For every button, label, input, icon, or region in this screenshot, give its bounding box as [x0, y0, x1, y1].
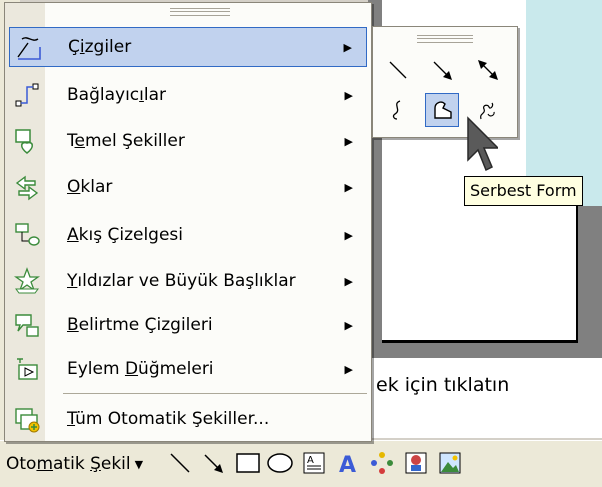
- menu-item-label: Temel Şekiller: [67, 131, 185, 151]
- picture-icon: [439, 452, 461, 474]
- oval-icon: [267, 453, 293, 473]
- flowchart-icon: [11, 219, 43, 251]
- connectors-icon: [11, 79, 43, 111]
- submenu-freeform-tool[interactable]: [425, 93, 459, 127]
- menu-item-label: Çizgiler: [68, 37, 132, 57]
- menu-item-label: Bağlayıcılar: [67, 85, 167, 105]
- menu-item-connectors[interactable]: Bağlayıcılar ▶: [9, 75, 367, 115]
- menu-item-label: Akış Çizelgesi: [67, 225, 183, 245]
- notes-placeholder: ek için tıklatın: [376, 374, 510, 396]
- lines-icon: [12, 31, 44, 63]
- line-tool[interactable]: [166, 449, 194, 477]
- basic-shapes-icon: [11, 125, 43, 157]
- menu-item-stars-banners[interactable]: Yıldızlar ve Büyük Başlıklar ▶: [9, 261, 367, 301]
- rectangle-tool[interactable]: [234, 449, 262, 477]
- action-buttons-icon: [11, 353, 43, 385]
- picture-tool[interactable]: [436, 449, 464, 477]
- menu-item-label: Belirtme Çizgileri: [67, 315, 213, 335]
- submenu-curve-tool[interactable]: [381, 93, 415, 127]
- clip-art-icon: [405, 452, 427, 474]
- svg-text:A: A: [339, 453, 356, 475]
- drawing-toolbar: Otomatik Şekil ▼ A A: [0, 440, 602, 487]
- submenu-arrow-icon: ▶: [344, 180, 353, 194]
- submenu-arrow-icon: ▶: [344, 274, 353, 288]
- freeform-icon: [434, 101, 452, 119]
- submenu-drag-handle[interactable]: [417, 35, 473, 43]
- all-autoshapes-icon: [11, 403, 43, 435]
- menu-item-label: Tüm Otomatik Şekiller...: [67, 409, 270, 429]
- autoshapes-button[interactable]: Otomatik Şekil ▼: [6, 451, 143, 477]
- text-box-icon: A: [303, 452, 325, 474]
- menu-separator: [63, 393, 367, 394]
- submenu-arrow-icon: ▶: [344, 362, 353, 376]
- curve-icon: [392, 100, 401, 120]
- submenu-double-arrow-tool[interactable]: [471, 53, 505, 87]
- arrow-icon: [204, 454, 223, 473]
- svg-text:A: A: [307, 455, 314, 466]
- submenu-arrow-icon: ▶: [344, 228, 353, 242]
- wordart-icon: A: [339, 453, 356, 475]
- diagram-tool[interactable]: [368, 449, 396, 477]
- menu-item-label: Yıldızlar ve Büyük Başlıklar: [67, 271, 296, 291]
- text-box-tool[interactable]: A: [300, 449, 328, 477]
- menu-item-label: Oklar: [67, 177, 113, 197]
- submenu-arrow-icon: ▶: [344, 318, 353, 332]
- stars-banners-icon: [11, 265, 43, 297]
- menu-item-flowchart[interactable]: Akış Çizelgesi ▶: [9, 215, 367, 255]
- clip-art-tool[interactable]: [402, 449, 430, 477]
- block-arrows-icon: [11, 171, 43, 203]
- menu-item-label: Eylem Düğmeleri: [67, 359, 214, 379]
- wordart-tool[interactable]: A: [334, 449, 362, 477]
- menu-item-lines[interactable]: Çizgiler ▶: [9, 27, 367, 67]
- menu-drag-handle[interactable]: [170, 8, 230, 16]
- tooltip: Serbest Form: [464, 176, 583, 206]
- dropdown-arrow-icon: ▼: [134, 457, 144, 471]
- menu-item-all-autoshapes[interactable]: Tüm Otomatik Şekiller...: [9, 399, 367, 439]
- menu-item-basic-shapes[interactable]: Temel Şekiller ▶: [9, 121, 367, 161]
- line-icon: [170, 453, 190, 473]
- line-icon: [389, 61, 407, 79]
- callouts-icon: [11, 309, 43, 341]
- menu-item-block-arrows[interactable]: Oklar ▶: [9, 167, 367, 207]
- oval-tool[interactable]: [266, 449, 294, 477]
- menu-item-callouts[interactable]: Belirtme Çizgileri ▶: [9, 305, 367, 345]
- submenu-arrow-icon: ▶: [344, 88, 353, 102]
- submenu-arrow-tool[interactable]: [425, 53, 459, 87]
- submenu-arrow-icon: ▶: [343, 40, 352, 54]
- notes-pane[interactable]: [372, 358, 602, 438]
- diagram-icon: [371, 452, 393, 474]
- submenu-arrow-icon: ▶: [344, 134, 353, 148]
- autoshapes-label: Otomatik Şekil: [6, 454, 131, 474]
- arrow-icon: [433, 61, 452, 80]
- autoshapes-menu: Çizgiler ▶ Bağlayıcılar ▶ Temel Şekiller…: [4, 2, 372, 442]
- mouse-pointer-icon: [467, 116, 498, 172]
- rectangle-icon: [236, 453, 260, 473]
- double-arrow-icon: [478, 60, 498, 80]
- menu-item-action-buttons[interactable]: Eylem Düğmeleri ▶: [9, 349, 367, 389]
- submenu-line-tool[interactable]: [381, 53, 415, 87]
- arrow-tool[interactable]: [200, 449, 228, 477]
